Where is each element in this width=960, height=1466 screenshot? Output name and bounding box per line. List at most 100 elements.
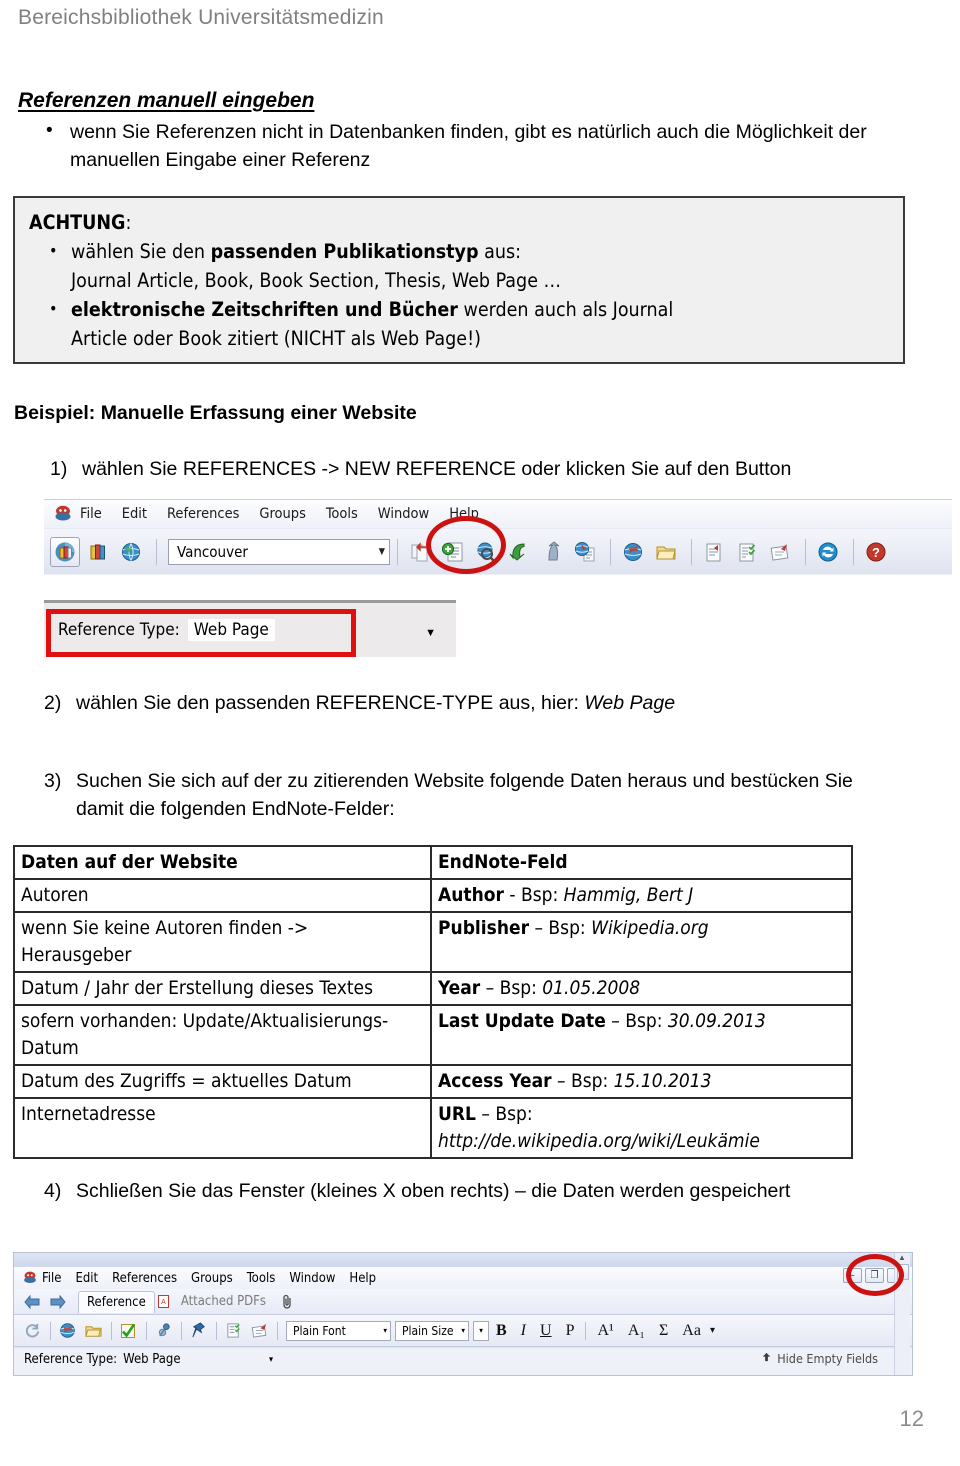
svg-text:A: A: [161, 1299, 166, 1306]
toolbar-separator: [146, 1321, 147, 1340]
column-header-website-data: Daten auf der Website: [13, 845, 432, 880]
tab-attached-pdfs[interactable]: Attached PDFs: [173, 1291, 274, 1312]
reference-tab-bar: Reference A Attached PDFs: [14, 1289, 912, 1315]
bold-button[interactable]: B: [496, 1322, 507, 1340]
insert-citation-icon[interactable]: [221, 1319, 245, 1343]
plain-size-combo[interactable]: Plain Size ▾: [395, 1320, 469, 1341]
pin-icon[interactable]: [186, 1319, 210, 1343]
table-row: Autoren Author - Bsp: Hammig, Bert J: [13, 878, 853, 913]
field-example: 15.10.2013: [613, 1070, 712, 1092]
list-item: wählen Sie den passenden Publikationstyp…: [29, 236, 889, 295]
symbol-button[interactable]: Σ: [659, 1322, 668, 1340]
paperclip-icon[interactable]: [276, 1290, 300, 1314]
back-arrow-icon[interactable]: [20, 1290, 44, 1314]
open-folder-icon[interactable]: [81, 1319, 105, 1343]
vertical-scrollbar[interactable]: ▲: [894, 1253, 910, 1375]
cell-website-data: wenn Sie keine Autoren finden -> Herausg…: [13, 911, 432, 973]
forward-arrow-icon[interactable]: [46, 1290, 70, 1314]
sync-icon[interactable]: [813, 537, 843, 567]
edit-citation-icon[interactable]: [765, 537, 795, 567]
window-title-bar: [14, 1253, 912, 1267]
chevron-down-icon[interactable]: ▾: [710, 1325, 715, 1336]
field-name: URL: [438, 1103, 476, 1125]
output-style-combo[interactable]: Vancouver ▼: [168, 538, 390, 565]
extra-combo[interactable]: ▾: [473, 1320, 489, 1341]
open-folder-icon[interactable]: [651, 537, 681, 567]
change-case-button[interactable]: Aa: [682, 1322, 701, 1340]
achtung-b2-bold: elektronische Zeitschriften und Bücher: [71, 298, 458, 321]
menu-item-tools[interactable]: Tools: [326, 506, 358, 522]
hide-empty-fields-button[interactable]: Hide Empty Fields: [761, 1351, 878, 1366]
refresh-icon[interactable]: [20, 1319, 44, 1343]
superscript-button[interactable]: A¹: [597, 1322, 613, 1340]
online-search-globe-icon[interactable]: [116, 537, 146, 567]
italic-button[interactable]: I: [521, 1322, 526, 1340]
endnote-logo-icon: [52, 503, 74, 525]
chevron-down-icon[interactable]: ▼: [379, 547, 385, 557]
window-reference-type-row[interactable]: Reference Type: Web Page ▾ Hide Empty Fi…: [14, 1347, 912, 1371]
menu-item-help[interactable]: Help: [449, 506, 479, 522]
chevron-down-icon[interactable]: ▼: [425, 627, 436, 639]
menu-item-edit[interactable]: Edit: [75, 1271, 98, 1286]
toolbar-separator: [181, 1321, 182, 1340]
copy-to-local-library-icon[interactable]: [405, 537, 435, 567]
menu-item-edit[interactable]: Edit: [122, 506, 147, 522]
underline-button[interactable]: U: [540, 1322, 552, 1340]
restore-button[interactable]: ❐: [865, 1268, 884, 1283]
plain-font-combo[interactable]: Plain Font ▾: [286, 1320, 391, 1341]
step-2-text: wählen Sie den passenden REFERENCE-TYPE …: [44, 689, 924, 717]
online-search-magnifier-icon[interactable]: [471, 537, 501, 567]
new-reference-icon[interactable]: [438, 537, 468, 567]
step-3: 3) Suchen Sie sich auf der zu zitierende…: [44, 767, 884, 823]
table-row: Datum des Zugriffs = aktuelles Datum Acc…: [13, 1064, 853, 1099]
open-link-globe-icon[interactable]: [570, 537, 600, 567]
endnote-main-toolbar: Vancouver ▼ ?: [44, 528, 952, 574]
reference-type-screenshot: Reference Type: Web Page ▼: [44, 600, 456, 657]
menu-item-file[interactable]: File: [80, 506, 102, 522]
cell-endnote-field: Author - Bsp: Hammig, Bert J: [430, 878, 853, 913]
online-globe-icon[interactable]: [618, 537, 648, 567]
chevron-down-icon[interactable]: ▾: [461, 1326, 465, 1335]
plain-button[interactable]: P: [566, 1322, 575, 1340]
menu-item-groups[interactable]: Groups: [191, 1271, 233, 1286]
menu-item-tools[interactable]: Tools: [247, 1271, 276, 1286]
check-green-icon[interactable]: [116, 1319, 140, 1343]
cell-endnote-field: Last Update Date – Bsp: 30.09.2013: [430, 1004, 853, 1066]
step-3-number: 3): [44, 770, 62, 792]
scrollbar-thumb[interactable]: [897, 1264, 909, 1280]
reference-type-row[interactable]: Reference Type: Web Page: [44, 603, 456, 657]
achtung-b1-post: aus:: [478, 240, 522, 263]
step-4-text: Schließen Sie das Fenster (kleines X obe…: [76, 1180, 791, 1202]
menu-item-references[interactable]: References: [112, 1271, 177, 1286]
menu-item-groups[interactable]: Groups: [259, 506, 305, 522]
menu-item-help[interactable]: Help: [349, 1271, 376, 1286]
groups-books-icon[interactable]: [83, 537, 113, 567]
tab-reference[interactable]: Reference: [78, 1290, 155, 1313]
insert-citation-icon[interactable]: [699, 537, 729, 567]
link-pin-icon[interactable]: [151, 1319, 175, 1343]
format-bibliography-icon[interactable]: [247, 1319, 271, 1343]
help-icon[interactable]: ?: [861, 537, 891, 567]
menu-item-window[interactable]: Window: [289, 1271, 335, 1286]
library-icon[interactable]: [50, 536, 80, 567]
page-title: Referenzen manuell eingeben: [18, 89, 315, 112]
online-globe-icon[interactable]: [55, 1319, 79, 1343]
menu-item-file[interactable]: File: [42, 1271, 61, 1286]
toolbar-separator: [610, 538, 611, 565]
subscript-button[interactable]: A₁: [628, 1322, 645, 1340]
menu-item-references[interactable]: References: [167, 506, 239, 522]
export-arrow-icon[interactable]: [537, 537, 567, 567]
menu-item-window[interactable]: Window: [378, 506, 429, 522]
collapse-arrow-icon: [761, 1351, 772, 1366]
scroll-up-arrow-icon[interactable]: ▲: [898, 1253, 906, 1262]
chevron-down-icon[interactable]: ▾: [269, 1355, 273, 1365]
field-example: 01.05.2008: [542, 977, 641, 999]
minimize-button[interactable]: –: [843, 1268, 862, 1283]
format-bibliography-icon[interactable]: [732, 537, 762, 567]
step-2-emphasis: Web Page: [584, 692, 676, 714]
import-arrow-icon[interactable]: [504, 537, 534, 567]
chevron-down-icon[interactable]: ▾: [383, 1326, 387, 1335]
field-sep: – Bsp:: [480, 977, 543, 999]
achtung-heading: ACHTUNG:: [29, 208, 889, 237]
chevron-down-icon[interactable]: ▾: [479, 1326, 483, 1335]
